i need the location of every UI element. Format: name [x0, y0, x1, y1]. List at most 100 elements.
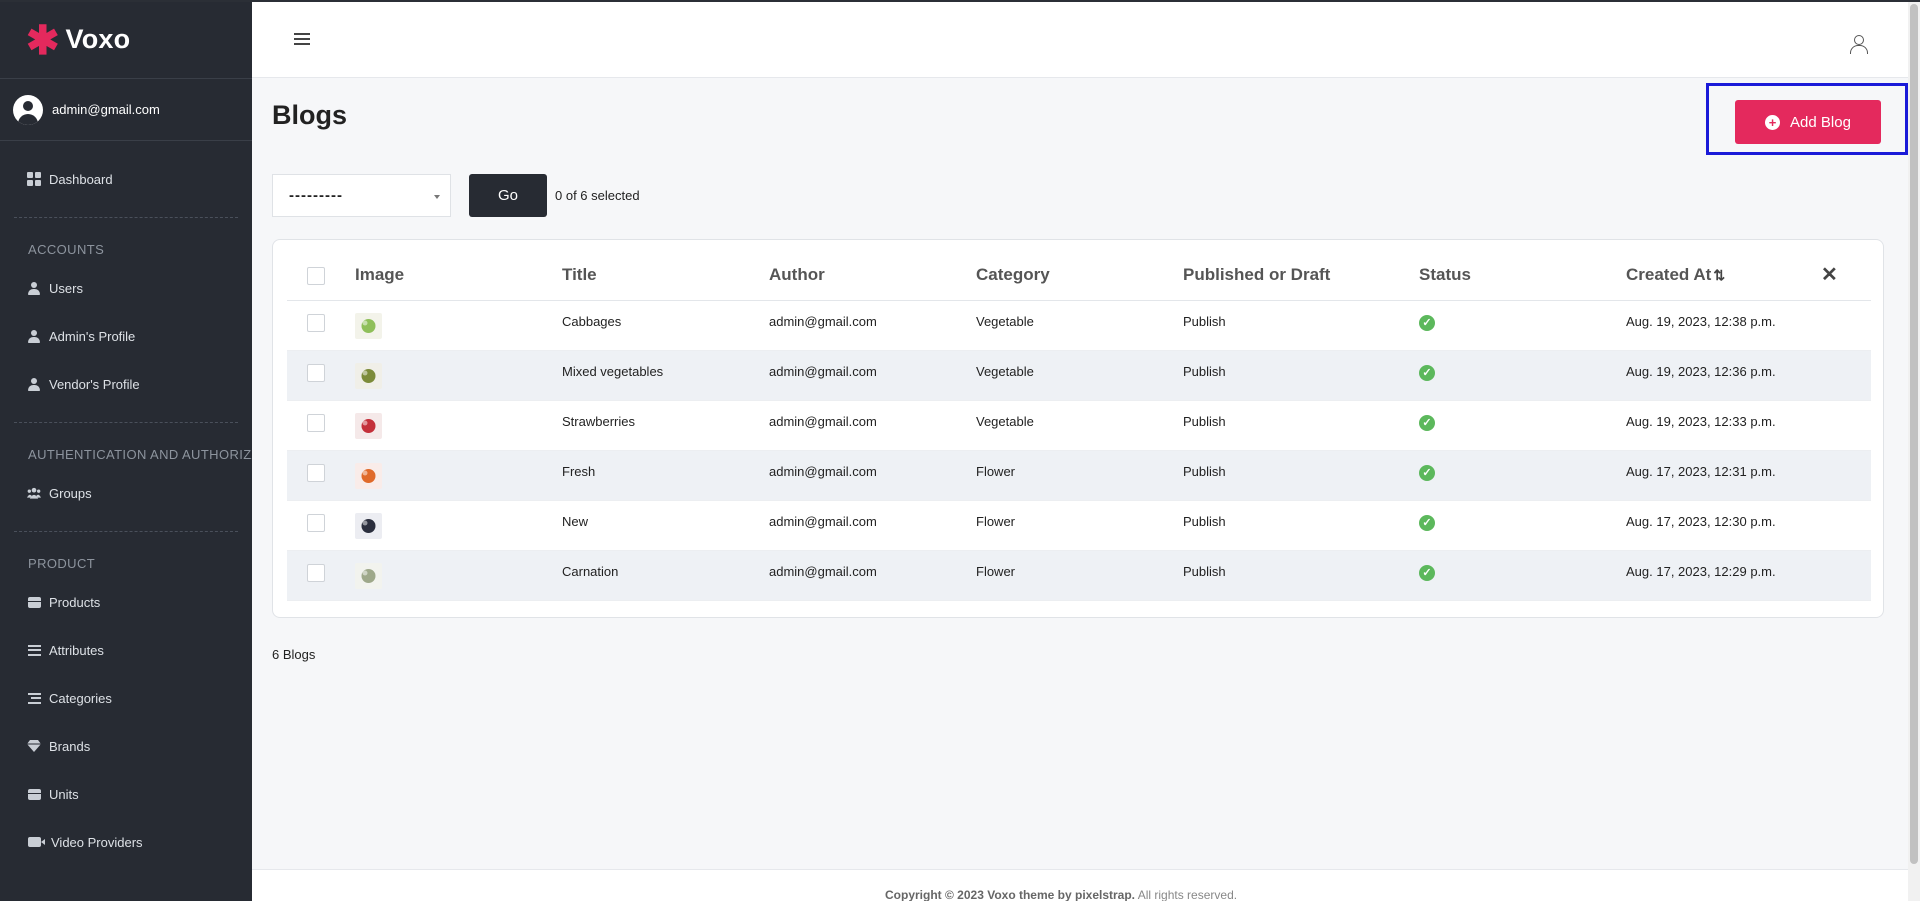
section-product: PRODUCT	[28, 555, 96, 571]
cell-title[interactable]: Fresh	[562, 450, 769, 501]
close-icon[interactable]: ✕	[1821, 264, 1838, 286]
user-email: admin@gmail.com	[52, 102, 160, 117]
cell-category: Vegetable	[976, 300, 1183, 351]
cell-published: Publish	[1183, 450, 1419, 501]
cell-title[interactable]: Carnation	[562, 550, 769, 601]
cell-title[interactable]: Strawberries	[562, 400, 769, 451]
stream-icon	[27, 691, 41, 705]
sidebar-item-groups[interactable]: Groups	[0, 469, 252, 517]
chevron-down-icon	[434, 195, 440, 199]
cell-category: Flower	[976, 450, 1183, 501]
user-icon	[27, 281, 41, 295]
cell-published: Publish	[1183, 400, 1419, 451]
user-icon	[27, 377, 41, 391]
cell-created-at: Aug. 19, 2023, 12:36 p.m.	[1626, 350, 1821, 401]
sidebar-item-video-providers[interactable]: Video Providers	[0, 818, 252, 866]
blog-thumbnail[interactable]	[355, 312, 382, 339]
column-header-published[interactable]: Published or Draft	[1183, 250, 1419, 301]
blog-thumbnail[interactable]	[355, 362, 382, 389]
blog-thumbnail[interactable]	[355, 562, 382, 589]
sidebar-item-label: Dashboard	[49, 171, 113, 187]
blog-thumbnail[interactable]	[355, 462, 382, 489]
result-count: 6 Blogs	[272, 647, 316, 662]
avatar-icon	[13, 94, 43, 125]
cell-title[interactable]: Mixed vegetables	[562, 350, 769, 401]
action-select[interactable]: ---------	[272, 174, 451, 217]
box-icon	[27, 595, 41, 609]
table-row[interactable]: Cabbages admin@gmail.com Vegetable Publish ✓…	[287, 300, 1871, 351]
top-border	[0, 0, 1920, 2]
blog-thumbnail[interactable]	[355, 412, 382, 439]
add-blog-label: Add Blog	[1790, 113, 1851, 131]
sidebar-item-products[interactable]: Products	[0, 578, 252, 626]
go-button[interactable]: Go	[469, 174, 547, 217]
page-title: Blogs	[272, 100, 348, 130]
add-blog-button[interactable]: + Add Blog	[1735, 100, 1881, 144]
cell-author: admin@gmail.com	[769, 500, 976, 551]
cell-author: admin@gmail.com	[769, 350, 976, 401]
sidebar-item-label: Admin's Profile	[49, 328, 136, 344]
sidebar-item-admins-profile[interactable]: Admin's Profile	[0, 312, 252, 360]
archive-icon	[27, 787, 41, 801]
cell-author: admin@gmail.com	[769, 550, 976, 601]
profile-icon[interactable]	[1850, 35, 1868, 54]
sidebar-item-brands[interactable]: Brands	[0, 722, 252, 770]
sidebar-item-units[interactable]: Units	[0, 770, 252, 818]
table-row[interactable]: Carnation admin@gmail.com Flower Publish ✓ Au…	[287, 550, 1871, 601]
row-checkbox[interactable]	[307, 313, 325, 332]
sidebar-item-dashboard[interactable]: Dashboard	[0, 155, 252, 203]
table-row[interactable]: Mixed vegetables admin@gmail.com Vegetable…	[287, 350, 1871, 401]
users-group-icon	[27, 486, 41, 500]
scrollbar-thumb[interactable]	[1910, 4, 1918, 864]
divider	[14, 531, 238, 532]
row-checkbox[interactable]	[307, 463, 325, 482]
scrollbar[interactable]	[1908, 0, 1920, 901]
footer: Copyright © 2023 Voxo theme by pixelstra…	[252, 869, 1908, 901]
sidebar-item-attributes[interactable]: Attributes	[0, 626, 252, 674]
column-header-category[interactable]: Category	[976, 250, 1183, 301]
column-header-image[interactable]: Image	[355, 250, 562, 301]
list-icon	[27, 643, 41, 657]
column-header-author[interactable]: Author	[769, 250, 976, 301]
user-icon	[27, 329, 41, 343]
cell-category: Vegetable	[976, 400, 1183, 451]
row-checkbox[interactable]	[307, 563, 325, 582]
brand-logo[interactable]: ✱ Voxo	[0, 0, 252, 79]
sort-icon[interactable]: ⇅	[1713, 267, 1725, 283]
row-checkbox[interactable]	[307, 413, 325, 432]
column-header-status[interactable]: Status	[1419, 250, 1626, 301]
table-row[interactable]: Fresh admin@gmail.com Flower Publish ✓ Aug. 1…	[287, 450, 1871, 501]
blog-thumbnail[interactable]	[355, 512, 382, 539]
video-icon	[27, 835, 45, 849]
column-header-title[interactable]: Title	[562, 250, 769, 301]
dashboard-icon	[27, 172, 41, 186]
cell-published: Publish	[1183, 350, 1419, 401]
sidebar: ✱ Voxo admin@gmail.com Dashboard ACCOUNT…	[0, 0, 252, 901]
row-checkbox[interactable]	[307, 363, 325, 382]
sidebar-item-label: Groups	[49, 485, 92, 501]
section-accounts: ACCOUNTS	[28, 241, 105, 257]
blogs-table: Image Title Author Category Published or…	[287, 250, 1871, 601]
sidebar-item-label: Units	[49, 786, 79, 802]
table-row[interactable]: Strawberries admin@gmail.com Vegetable Publ…	[287, 400, 1871, 451]
sidebar-item-label: Vendor's Profile	[49, 376, 140, 392]
cell-category: Flower	[976, 500, 1183, 551]
sidebar-item-vendors-profile[interactable]: Vendor's Profile	[0, 360, 252, 408]
cell-title[interactable]: New	[562, 500, 769, 551]
cell-created-at: Aug. 17, 2023, 12:30 p.m.	[1626, 500, 1821, 551]
menu-toggle-icon[interactable]	[294, 33, 310, 45]
select-all-checkbox[interactable]	[307, 266, 325, 285]
action-select-value: ---------	[289, 187, 343, 204]
footer-text: Copyright © 2023 Voxo theme by pixelstra…	[885, 888, 1237, 901]
row-checkbox[interactable]	[307, 513, 325, 532]
sidebar-item-users[interactable]: Users	[0, 264, 252, 312]
table-row[interactable]: New admin@gmail.com Flower Publish ✓ Aug. 17,…	[287, 500, 1871, 551]
rights-text: All rights reserved.	[1135, 888, 1238, 901]
cell-author: admin@gmail.com	[769, 450, 976, 501]
check-circle-icon: ✓	[1419, 564, 1435, 581]
top-header	[252, 2, 1908, 78]
column-header-created-at[interactable]: Created At ⇅	[1626, 250, 1821, 301]
user-profile[interactable]: admin@gmail.com	[0, 79, 252, 141]
sidebar-item-categories[interactable]: Categories	[0, 674, 252, 722]
cell-title[interactable]: Cabbages	[562, 300, 769, 351]
